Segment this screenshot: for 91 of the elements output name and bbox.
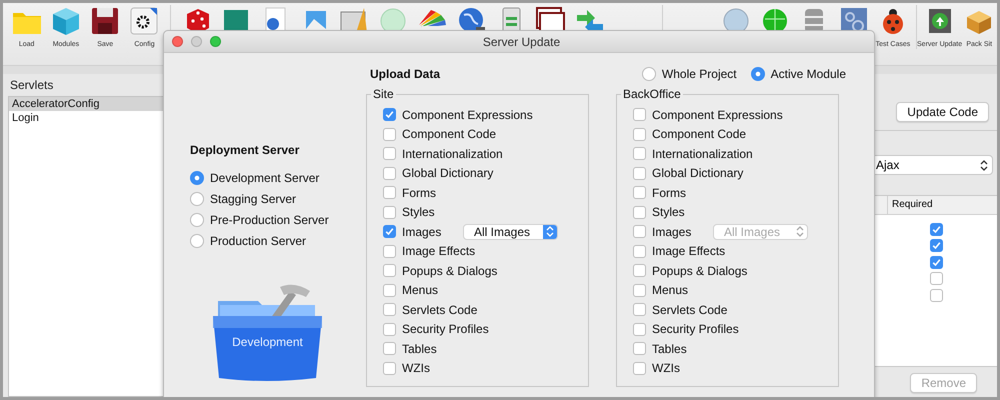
panel-title: Servlets <box>10 78 54 92</box>
checkbox-label: Component Code <box>402 127 496 142</box>
checkbox-label: Forms <box>402 186 436 200</box>
list-item[interactable]: Login <box>9 111 167 125</box>
checkbox-label: WZIs <box>402 361 430 376</box>
checkbox[interactable] <box>383 284 396 297</box>
checkbox[interactable] <box>633 206 646 219</box>
checkbox[interactable] <box>383 303 396 316</box>
checkbox[interactable] <box>930 272 943 286</box>
radio-button[interactable] <box>190 212 204 226</box>
checkbox[interactable] <box>930 256 943 269</box>
checkbox[interactable] <box>383 108 396 122</box>
checkbox[interactable] <box>383 206 396 219</box>
radio-label: Pre-Production Server <box>210 212 329 226</box>
checkbox[interactable] <box>633 108 646 122</box>
checkbox-label: Servlets Code <box>652 302 728 317</box>
radio-label: Development Server <box>210 170 320 184</box>
section-title: Deployment Server <box>190 143 300 157</box>
checkbox-label: Component Expressions <box>402 108 533 122</box>
checkbox-label: Image Effects <box>652 244 726 258</box>
checkbox[interactable] <box>633 284 646 297</box>
column-header: Required <box>887 196 997 214</box>
checkbox[interactable] <box>383 244 396 258</box>
checkbox[interactable] <box>633 244 646 258</box>
checkbox-label: Menus <box>652 283 688 298</box>
checkbox[interactable] <box>383 186 396 200</box>
checkbox[interactable] <box>383 342 396 356</box>
checkbox-label: Component Expressions <box>652 108 783 122</box>
update-code-button[interactable]: Update Code <box>896 102 989 122</box>
radio-label: Stagging Server <box>210 192 296 206</box>
section-title: Upload Data <box>370 67 440 81</box>
chevron-icon <box>980 160 988 170</box>
radio-label: Production Server <box>210 234 306 248</box>
radio-button[interactable] <box>750 67 765 81</box>
checkbox[interactable] <box>633 225 646 238</box>
checkbox[interactable] <box>633 322 646 336</box>
checkbox[interactable] <box>383 322 396 336</box>
checkbox-label: Images <box>402 224 442 239</box>
group-title: BackOffice <box>622 87 682 101</box>
checkbox-label: Global Dictionary <box>402 166 494 180</box>
checkbox[interactable] <box>383 225 396 238</box>
group-title: Site <box>372 87 395 101</box>
checkbox-label: Security Profiles <box>652 322 739 336</box>
checkbox-label: Tables <box>402 342 437 356</box>
checkbox[interactable] <box>383 147 396 160</box>
radio-button[interactable] <box>190 192 204 206</box>
checkbox[interactable] <box>633 264 646 278</box>
close-button[interactable] <box>172 36 183 47</box>
checkbox-label: Styles <box>652 205 685 220</box>
checkbox-label: Popups & Dialogs <box>652 264 748 278</box>
checkbox[interactable] <box>383 264 396 278</box>
checkbox[interactable] <box>633 186 646 200</box>
checkbox[interactable] <box>383 128 396 141</box>
checkbox-label: Images <box>652 224 692 239</box>
radio-label: Whole Project <box>662 67 737 81</box>
checkbox-label: Security Profiles <box>402 322 489 336</box>
checkbox[interactable] <box>633 128 646 141</box>
checkbox[interactable] <box>633 166 646 180</box>
checkbox[interactable] <box>633 147 646 160</box>
checkbox-label: Internationalization <box>402 146 503 161</box>
checkbox[interactable] <box>383 362 396 375</box>
checkbox[interactable] <box>633 362 646 375</box>
window-title: Server Update <box>482 34 562 48</box>
checkbox-label: Popups & Dialogs <box>402 264 498 278</box>
checkbox-label: WZIs <box>652 361 680 376</box>
checkbox[interactable] <box>930 239 943 252</box>
checkbox[interactable] <box>930 222 943 236</box>
folder-label: Development <box>231 335 304 349</box>
checkbox-label: Internationalization <box>652 146 753 161</box>
checkbox[interactable] <box>930 288 943 302</box>
checkbox[interactable] <box>383 166 396 180</box>
checkbox-label: Menus <box>402 283 438 298</box>
zoom-button[interactable] <box>210 36 221 47</box>
chevron-icon <box>546 226 554 238</box>
radio-label: Active Module <box>770 67 846 81</box>
checkbox-label: Component Code <box>652 127 746 142</box>
radio-button[interactable] <box>190 234 204 248</box>
checkbox-label: Servlets Code <box>402 302 478 317</box>
checkbox-label: Global Dictionary <box>652 166 744 180</box>
radio-button[interactable] <box>190 170 204 184</box>
images-select[interactable]: All Images <box>463 224 558 240</box>
chevron-icon <box>796 226 804 238</box>
checkbox-label: Tables <box>652 342 687 356</box>
checkbox-label: Styles <box>402 205 435 220</box>
checkbox[interactable] <box>633 342 646 356</box>
checkbox-label: Forms <box>652 186 686 200</box>
gear-icon[interactable] <box>128 5 160 37</box>
minimize-button[interactable] <box>191 36 202 47</box>
checkbox-label: Image Effects <box>402 244 476 258</box>
checkbox[interactable] <box>633 303 646 316</box>
radio-button[interactable] <box>642 67 656 81</box>
